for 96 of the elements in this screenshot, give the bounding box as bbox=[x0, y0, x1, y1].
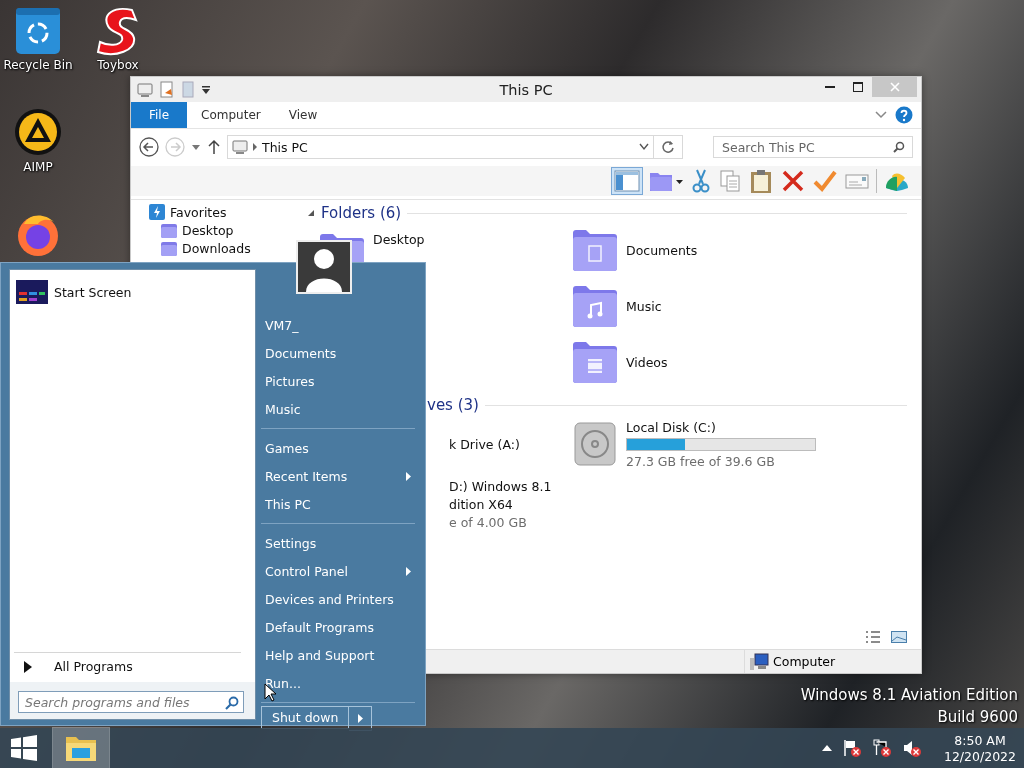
folder-icon[interactable] bbox=[572, 284, 618, 328]
recycle-bin-icon[interactable] bbox=[14, 6, 62, 56]
start-menu-item[interactable]: Default Programs bbox=[261, 613, 415, 641]
start-menu-item[interactable]: This PC bbox=[261, 490, 415, 518]
folder-label[interactable]: Desktop bbox=[373, 232, 425, 247]
back-button[interactable] bbox=[139, 137, 159, 157]
start-menu-item[interactable]: Music bbox=[261, 395, 415, 423]
maximize-icon bbox=[853, 82, 863, 92]
start-menu-item[interactable]: Settings bbox=[261, 529, 415, 557]
scissors-icon bbox=[690, 168, 712, 194]
ribbon-tab[interactable]: File bbox=[131, 102, 188, 128]
start-menu-item[interactable]: Control Panel bbox=[261, 557, 415, 585]
delete-button[interactable] bbox=[780, 168, 806, 194]
start-menu-item[interactable]: VM7_ bbox=[261, 311, 415, 339]
computer-icon[interactable] bbox=[137, 81, 153, 98]
collapse-triangle-icon[interactable] bbox=[307, 209, 315, 217]
help-icon[interactable] bbox=[895, 106, 913, 124]
ribbon-tab[interactable]: Computer bbox=[187, 102, 275, 128]
file-explorer-taskbar-button[interactable] bbox=[53, 728, 109, 768]
edition-text: Build 9600 bbox=[937, 708, 1018, 726]
minimize-icon bbox=[825, 86, 835, 88]
folder-label[interactable]: Documents bbox=[626, 242, 698, 258]
search-icon[interactable] bbox=[225, 696, 239, 710]
close-icon bbox=[889, 82, 900, 92]
nav-item[interactable]: Favorites bbox=[149, 204, 299, 220]
clock-time[interactable]: 8:50 AM bbox=[954, 732, 1006, 748]
tiles-icon bbox=[16, 280, 48, 304]
computer-icon bbox=[232, 139, 248, 155]
properties-icon[interactable] bbox=[159, 80, 175, 99]
edition-text: Windows 8.1 Aviation Edition bbox=[800, 686, 1018, 704]
customize-caret-icon[interactable] bbox=[201, 84, 211, 95]
group-header[interactable]: Folders (6) bbox=[321, 204, 402, 222]
details-list-icon bbox=[865, 631, 881, 643]
start-menu-item[interactable]: Pictures bbox=[261, 367, 415, 395]
triangle-logo-icon[interactable] bbox=[14, 108, 62, 158]
details-view-button[interactable] bbox=[865, 631, 881, 643]
large-icons-view-button[interactable] bbox=[891, 631, 907, 643]
search-icon[interactable] bbox=[893, 141, 905, 153]
start-search-field[interactable]: Search programs and files bbox=[18, 691, 244, 713]
paste-button[interactable] bbox=[748, 168, 774, 194]
x-mark-icon bbox=[780, 168, 806, 194]
show-hidden-icons-icon[interactable] bbox=[821, 745, 832, 751]
user-avatar-icon[interactable] bbox=[296, 240, 352, 294]
windows-logo-icon bbox=[10, 735, 38, 761]
folder-label[interactable]: Music bbox=[626, 298, 662, 314]
free-space-text: 27.3 GB free of 39.6 GB bbox=[626, 453, 776, 469]
drive-label[interactable]: dition X64 bbox=[449, 496, 552, 512]
search-field[interactable]: Search This PC bbox=[713, 136, 913, 158]
drive-label[interactable]: Local Disk (C:) bbox=[626, 419, 816, 435]
start-menu-item[interactable]: Games bbox=[261, 434, 415, 462]
desktop-icon-label[interactable]: Recycle Bin bbox=[3, 58, 73, 72]
desktop-icon-label[interactable]: Toybox bbox=[97, 58, 139, 72]
ribbon-tab[interactable]: View bbox=[274, 102, 332, 128]
cut-button[interactable] bbox=[690, 168, 712, 194]
breadcrumb-arrow-icon bbox=[252, 143, 258, 151]
drive-label[interactable]: D:) Windows 8.1 bbox=[449, 478, 552, 494]
history-caret-icon bbox=[639, 143, 649, 151]
folder-icon[interactable] bbox=[572, 340, 618, 384]
start-menu-item[interactable]: Devices and Printers bbox=[261, 585, 415, 613]
up-arrow-icon bbox=[207, 139, 221, 155]
properties-button[interactable] bbox=[812, 168, 838, 194]
clock-date[interactable]: 12/20/2022 bbox=[943, 748, 1016, 764]
nav-item[interactable]: Downloads bbox=[149, 241, 299, 256]
preview-pane-button[interactable] bbox=[612, 168, 642, 194]
refresh-icon bbox=[661, 140, 675, 154]
recent-caret-icon[interactable] bbox=[191, 143, 201, 151]
start-menu-item[interactable]: Help and Support bbox=[261, 641, 415, 669]
expand-triangle-icon bbox=[24, 660, 32, 673]
free-space-text: e of 4.00 GB bbox=[449, 514, 528, 530]
nav-item[interactable]: Desktop bbox=[149, 223, 299, 238]
submenu-arrow-icon bbox=[406, 471, 411, 481]
speaker-muted-icon[interactable] bbox=[901, 738, 922, 758]
checkmark-icon bbox=[812, 168, 838, 194]
window-title: This PC bbox=[499, 81, 553, 98]
submenu-arrow-icon bbox=[357, 714, 363, 723]
folder-label[interactable]: Videos bbox=[626, 354, 668, 370]
clipboard-icon bbox=[748, 168, 774, 194]
submenu-arrow-icon bbox=[406, 566, 411, 576]
expand-ribbon-icon[interactable] bbox=[875, 111, 887, 119]
pane-layout-icon bbox=[612, 168, 642, 194]
start-menu-item[interactable]: Run... bbox=[261, 669, 415, 697]
start-menu-item[interactable]: Recent Items bbox=[261, 462, 415, 490]
picture-icon bbox=[891, 631, 907, 643]
computer-icon bbox=[749, 652, 769, 671]
start-menu-item[interactable]: Documents bbox=[261, 339, 415, 367]
folder-icon[interactable] bbox=[572, 228, 618, 272]
drive-label[interactable]: k Drive (A:) bbox=[449, 436, 520, 452]
flag-error-icon[interactable] bbox=[841, 738, 862, 758]
network-error-icon[interactable] bbox=[871, 738, 892, 758]
address-bar[interactable]: This PC bbox=[227, 135, 683, 159]
up-button[interactable] bbox=[207, 139, 221, 155]
desktop-icon-label[interactable]: AIMP bbox=[23, 160, 53, 174]
folder-icon bbox=[161, 223, 177, 238]
start-screen-item[interactable]: Start Screen bbox=[10, 270, 255, 308]
status-text: Computer bbox=[773, 654, 836, 669]
folder-icon bbox=[161, 241, 177, 256]
